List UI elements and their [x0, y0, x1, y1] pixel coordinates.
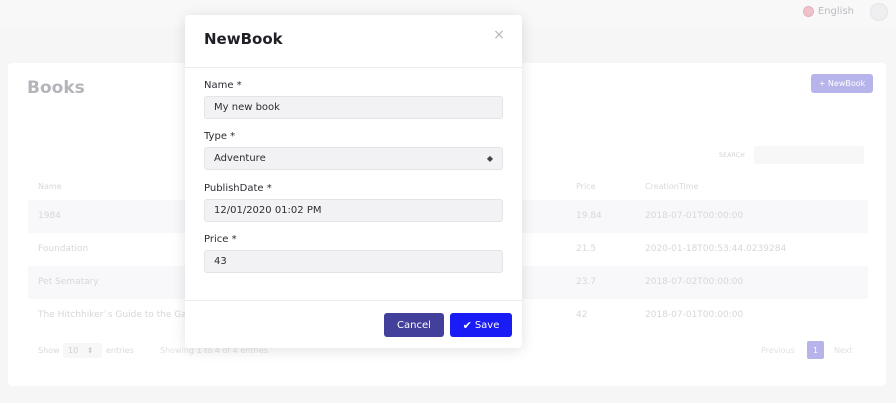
check-icon: ✔	[462, 318, 472, 332]
header-divider	[185, 67, 522, 68]
publish-date-value: 12/01/2020 01:02 PM	[214, 205, 322, 216]
type-label: Type *	[204, 131, 236, 142]
save-label: Save	[474, 319, 500, 331]
publish-date-label: PublishDate *	[204, 183, 272, 194]
chevron-updown-icon: ◆	[486, 154, 493, 163]
price-label: Price *	[204, 234, 237, 245]
price-input[interactable]: 43	[204, 250, 503, 273]
close-icon[interactable]: ×	[492, 28, 506, 42]
footer-divider	[185, 300, 522, 301]
type-select[interactable]: Adventure ◆	[204, 147, 503, 170]
type-value: Adventure	[214, 153, 266, 164]
modal-title: NewBook	[204, 30, 283, 48]
new-book-modal: NewBook × Name * My new book Type * Adve…	[185, 15, 522, 348]
price-value: 43	[214, 256, 227, 267]
publish-date-input[interactable]: 12/01/2020 01:02 PM	[204, 199, 503, 222]
name-input[interactable]: My new book	[204, 96, 503, 119]
save-button[interactable]: ✔ Save	[450, 313, 512, 337]
name-label: Name *	[204, 80, 242, 91]
cancel-button[interactable]: Cancel	[384, 313, 444, 337]
name-value: My new book	[214, 102, 280, 113]
